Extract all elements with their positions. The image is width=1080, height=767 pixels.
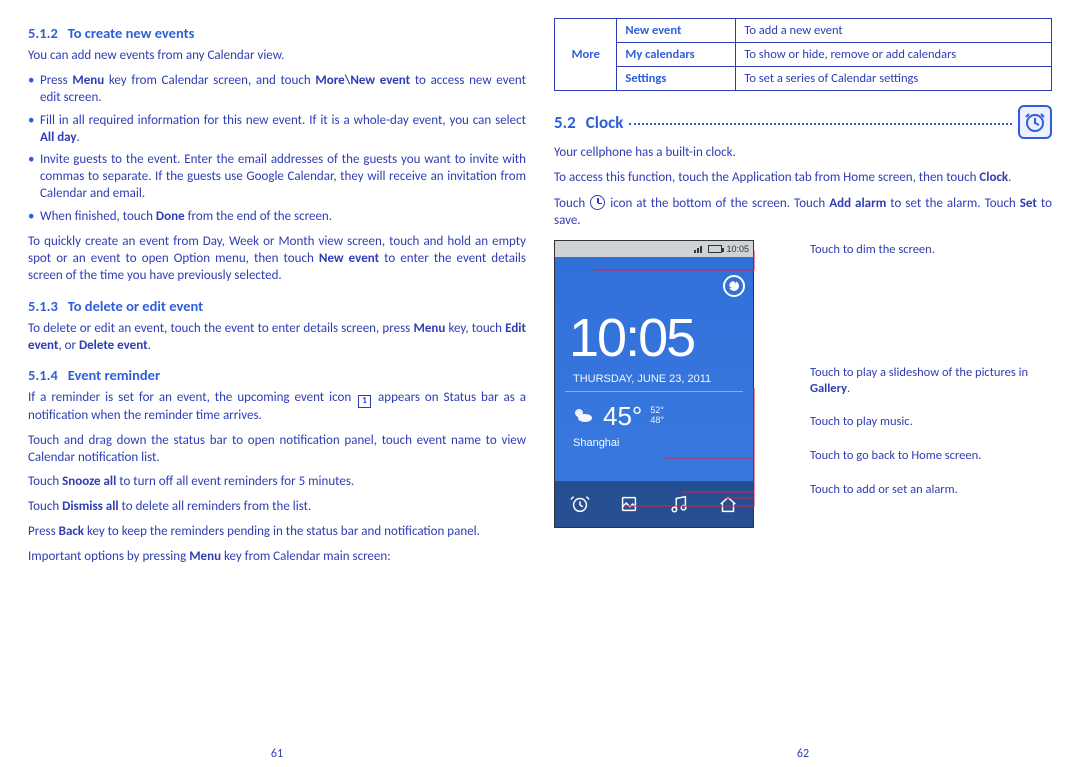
callout-home: Touch to go back to Home screen. xyxy=(810,448,1052,464)
table-cell-desc: To add a new event xyxy=(736,19,1052,43)
heading-5-2-row: 5.2 Clock xyxy=(554,105,1052,139)
divider xyxy=(565,391,743,392)
list-item: Press Menu key from Calendar screen, and… xyxy=(28,73,526,107)
weather-temp: 45° xyxy=(603,401,642,432)
page-62: More New event To add a new event My cal… xyxy=(554,18,1052,757)
dock-gallery-button[interactable] xyxy=(616,491,642,517)
heading-text: Event reminder xyxy=(68,366,160,384)
table-cell-label: New event xyxy=(617,19,736,43)
paragraph: To delete or edit an event, touch the ev… xyxy=(28,321,526,355)
weather-row: 45° 52°48° xyxy=(571,401,664,432)
status-time: 10:05 xyxy=(726,244,749,254)
callout-alarm: Touch to add or set an alarm. xyxy=(810,482,1052,498)
callout-music: Touch to play music. xyxy=(810,414,1052,430)
paragraph: Touch and drag down the status bar to op… xyxy=(28,433,526,467)
bullet-list: Press Menu key from Calendar screen, and… xyxy=(28,73,526,226)
heading-number: 5.2 xyxy=(554,112,576,133)
paragraph: If a reminder is set for an event, the u… xyxy=(28,390,526,424)
table-cell-label: My calendars xyxy=(617,43,736,67)
heading-number: 5.1.4 xyxy=(28,366,58,384)
table-cell-desc: To show or hide, remove or add calendars xyxy=(736,43,1052,67)
status-bar: 10:05 xyxy=(555,241,753,257)
callout-column: Touch to dim the screen. Touch to play a… xyxy=(754,240,1052,528)
paragraph: Touch icon at the bottom of the screen. … xyxy=(554,195,1052,230)
heading-5-1-3: 5.1.3 To delete or edit event xyxy=(28,297,526,315)
clock-app-icon xyxy=(1018,105,1052,139)
heading-text: Clock xyxy=(586,112,624,133)
signal-icon xyxy=(694,245,704,253)
paragraph: Touch Snooze all to turn off all event r… xyxy=(28,474,526,491)
paragraph: Your cellphone has a built-in clock. xyxy=(554,145,1052,162)
page-number: 62 xyxy=(554,747,1052,761)
page-number: 61 xyxy=(28,747,526,761)
options-table: More New event To add a new event My cal… xyxy=(554,18,1052,91)
weather-hilo: 52°48° xyxy=(650,406,664,426)
page-61: 5.1.2 To create new events You can add ne… xyxy=(28,18,526,757)
leader-dots xyxy=(629,115,1012,125)
paragraph: Press Back key to keep the reminders pen… xyxy=(28,524,526,541)
paragraph: Touch Dismiss all to delete all reminder… xyxy=(28,499,526,516)
table-cell-label: Settings xyxy=(617,67,736,91)
callout-gallery: Touch to play a slideshow of the picture… xyxy=(810,365,1052,396)
table-cell-desc: To set a series of Calendar settings xyxy=(736,67,1052,91)
paragraph: To access this function, touch the Appli… xyxy=(554,170,1052,187)
table-side-label: More xyxy=(555,19,617,91)
dim-button[interactable] xyxy=(723,275,745,297)
list-item: When finished, touch Done from the end o… xyxy=(28,209,526,226)
weather-icon xyxy=(571,404,595,428)
event-badge-icon: 1 xyxy=(358,395,371,408)
alarm-icon xyxy=(590,195,605,210)
heading-text: To create new events xyxy=(68,24,195,42)
dock-music-button[interactable] xyxy=(666,491,692,517)
paragraph: You can add new events from any Calendar… xyxy=(28,48,526,65)
heading-5-1-4: 5.1.4 Event reminder xyxy=(28,366,526,384)
paragraph: Important options by pressing Menu key f… xyxy=(28,549,526,566)
heading-text: To delete or edit event xyxy=(68,297,203,315)
clock-time: 10:05 xyxy=(569,311,694,365)
clock-figure: 10:05 10:05 THURSDAY, JUNE 23, 2011 45° … xyxy=(554,240,1052,528)
heading-5-1-2: 5.1.2 To create new events xyxy=(28,24,526,42)
phone-mockup: 10:05 10:05 THURSDAY, JUNE 23, 2011 45° … xyxy=(554,240,754,528)
callout-dim: Touch to dim the screen. xyxy=(810,242,1052,258)
dock-alarm-button[interactable] xyxy=(567,491,593,517)
dock-home-button[interactable] xyxy=(715,491,741,517)
heading-number: 5.1.3 xyxy=(28,297,58,315)
battery-icon xyxy=(708,245,722,253)
paragraph: To quickly create an event from Day, Wee… xyxy=(28,234,526,285)
dock xyxy=(555,481,753,527)
heading-number: 5.1.2 xyxy=(28,24,58,42)
clock-date: THURSDAY, JUNE 23, 2011 xyxy=(573,373,711,385)
weather-city: Shanghai xyxy=(573,437,620,449)
list-item: Invite guests to the event. Enter the em… xyxy=(28,152,526,203)
heading-5-2: 5.2 Clock xyxy=(554,112,623,133)
list-item: Fill in all required information for thi… xyxy=(28,113,526,147)
